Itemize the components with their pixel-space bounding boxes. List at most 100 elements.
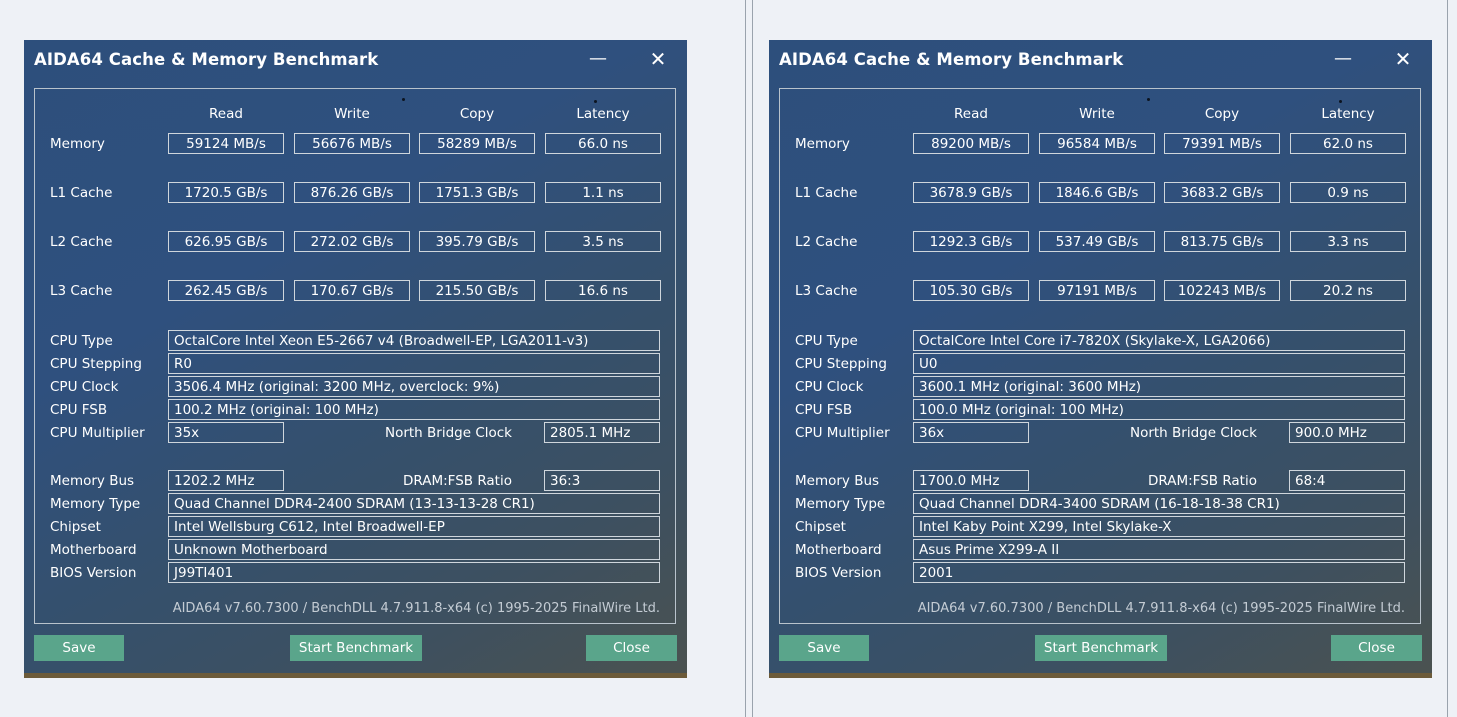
chipset-label: Chipset (795, 519, 846, 535)
north-bridge-clock-label: North Bridge Clock (384, 425, 512, 441)
column-header: Latency (1321, 106, 1375, 122)
north-bridge-clock-value: 2805.1 MHz (544, 422, 660, 443)
motherboard-label: Motherboard (50, 542, 137, 558)
result-value: 215.50 GB/s (419, 280, 535, 301)
bios-version-value: 2001 (913, 562, 1405, 583)
result-value: 20.2 ns (1290, 280, 1406, 301)
column-header: Copy (1204, 106, 1240, 122)
result-value: 3.3 ns (1290, 231, 1406, 252)
cpu-fsb-label: CPU FSB (50, 402, 108, 418)
cpu-type-value: OctalCore Intel Xeon E5-2667 v4 (Broadwe… (168, 330, 660, 351)
column-header: Latency (576, 106, 630, 122)
result-value: 56676 MB/s (294, 133, 410, 154)
result-value: 79391 MB/s (1164, 133, 1280, 154)
column-header: Write (1079, 106, 1115, 122)
row-label: L3 Cache (795, 283, 858, 299)
result-value: 1720.5 GB/s (168, 182, 284, 203)
memory-bus-label: Memory Bus (50, 473, 135, 489)
motherboard-value: Asus Prime X299-A II (913, 539, 1405, 560)
result-value: 1292.3 GB/s (913, 231, 1029, 252)
minimize-icon[interactable]: — (583, 48, 613, 70)
row-label: L2 Cache (795, 234, 858, 250)
chipset-value: Intel Kaby Point X299, Intel Skylake-X (913, 516, 1405, 537)
memory-bus-value: 1202.2 MHz (168, 470, 284, 491)
cpu-type-value: OctalCore Intel Core i7-7820X (Skylake-X… (913, 330, 1405, 351)
north-bridge-clock-label: North Bridge Clock (1129, 425, 1257, 441)
dram-fsb-ratio-value: 68:4 (1289, 470, 1405, 491)
dram-fsb-ratio-label: DRAM:FSB Ratio (1148, 473, 1257, 489)
bios-version-value: J99TI401 (168, 562, 660, 583)
dram-fsb-ratio-label: DRAM:FSB Ratio (403, 473, 512, 489)
result-value: 537.49 GB/s (1039, 231, 1155, 252)
cpu-clock-value: 3600.1 MHz (original: 3600 MHz) (913, 376, 1405, 397)
result-value: 262.45 GB/s (168, 280, 284, 301)
result-value: 0.9 ns (1290, 182, 1406, 203)
cpu-fsb-value: 100.2 MHz (original: 100 MHz) (168, 399, 660, 420)
result-value: 89200 MB/s (913, 133, 1029, 154)
result-value: 97191 MB/s (1039, 280, 1155, 301)
column-header: Read (954, 106, 988, 122)
row-label: L2 Cache (50, 234, 113, 250)
result-value: 102243 MB/s (1164, 280, 1280, 301)
cpu-multiplier-value: 36x (913, 422, 1029, 443)
result-value: 16.6 ns (545, 280, 661, 301)
result-value: 3683.2 GB/s (1164, 182, 1280, 203)
result-value: 105.30 GB/s (913, 280, 1029, 301)
start-benchmark-button[interactable]: Start Benchmark (1035, 635, 1167, 661)
result-value: 3678.9 GB/s (913, 182, 1029, 203)
result-value: 1846.6 GB/s (1039, 182, 1155, 203)
benchmark-window: AIDA64 Cache & Memory Benchmark — ✕ Read Wri… (24, 40, 687, 678)
result-value: 626.95 GB/s (168, 231, 284, 252)
memory-type-label: Memory Type (50, 496, 141, 512)
save-button[interactable]: Save (779, 635, 869, 661)
result-value: 1.1 ns (545, 182, 661, 203)
bios-version-label: BIOS Version (50, 565, 137, 581)
column-header: Copy (459, 106, 495, 122)
minimize-icon[interactable]: — (1328, 48, 1358, 70)
row-label: L3 Cache (50, 283, 113, 299)
cpu-stepping-value: R0 (168, 353, 660, 374)
cpu-stepping-label: CPU Stepping (795, 356, 887, 372)
chipset-value: Intel Wellsburg C612, Intel Broadwell-EP (168, 516, 660, 537)
column-header: Read (209, 106, 243, 122)
motherboard-value: Unknown Motherboard (168, 539, 660, 560)
screen-divider-left (745, 0, 746, 717)
cpu-clock-label: CPU Clock (795, 379, 864, 395)
result-value: 58289 MB/s (419, 133, 535, 154)
column-header: Write (334, 106, 370, 122)
row-label: Memory (795, 136, 850, 152)
north-bridge-clock-value: 900.0 MHz (1289, 422, 1405, 443)
dram-fsb-ratio-value: 36:3 (544, 470, 660, 491)
cpu-type-label: CPU Type (795, 333, 858, 349)
memory-bus-label: Memory Bus (795, 473, 880, 489)
cpu-stepping-value: U0 (913, 353, 1405, 374)
cpu-multiplier-label: CPU Multiplier (795, 425, 890, 441)
row-label: Memory (50, 136, 105, 152)
close-button[interactable]: Close (1331, 635, 1422, 661)
result-value: 59124 MB/s (168, 133, 284, 154)
result-value: 272.02 GB/s (294, 231, 410, 252)
close-icon[interactable]: ✕ (643, 48, 673, 70)
window-title: AIDA64 Cache & Memory Benchmark (779, 50, 1124, 69)
result-value: 395.79 GB/s (419, 231, 535, 252)
result-value: 62.0 ns (1290, 133, 1406, 154)
cpu-clock-label: CPU Clock (50, 379, 119, 395)
start-benchmark-button[interactable]: Start Benchmark (290, 635, 422, 661)
memory-type-value: Quad Channel DDR4-2400 SDRAM (13-13-13-2… (168, 493, 660, 514)
cpu-fsb-value: 100.0 MHz (original: 100 MHz) (913, 399, 1405, 420)
save-button[interactable]: Save (34, 635, 124, 661)
close-icon[interactable]: ✕ (1388, 48, 1418, 70)
result-value: 3.5 ns (545, 231, 661, 252)
result-value: 813.75 GB/s (1164, 231, 1280, 252)
chipset-label: Chipset (50, 519, 101, 535)
result-value: 170.67 GB/s (294, 280, 410, 301)
cpu-fsb-label: CPU FSB (795, 402, 853, 418)
result-value: 66.0 ns (545, 133, 661, 154)
memory-type-value: Quad Channel DDR4-3400 SDRAM (16-18-18-3… (913, 493, 1405, 514)
screen-divider-edge (1447, 0, 1448, 717)
close-button[interactable]: Close (586, 635, 677, 661)
benchmark-window: AIDA64 Cache & Memory Benchmark — ✕ Read Wri… (769, 40, 1432, 678)
result-value: 96584 MB/s (1039, 133, 1155, 154)
cpu-clock-value: 3506.4 MHz (original: 3200 MHz, overcloc… (168, 376, 660, 397)
cpu-type-label: CPU Type (50, 333, 113, 349)
